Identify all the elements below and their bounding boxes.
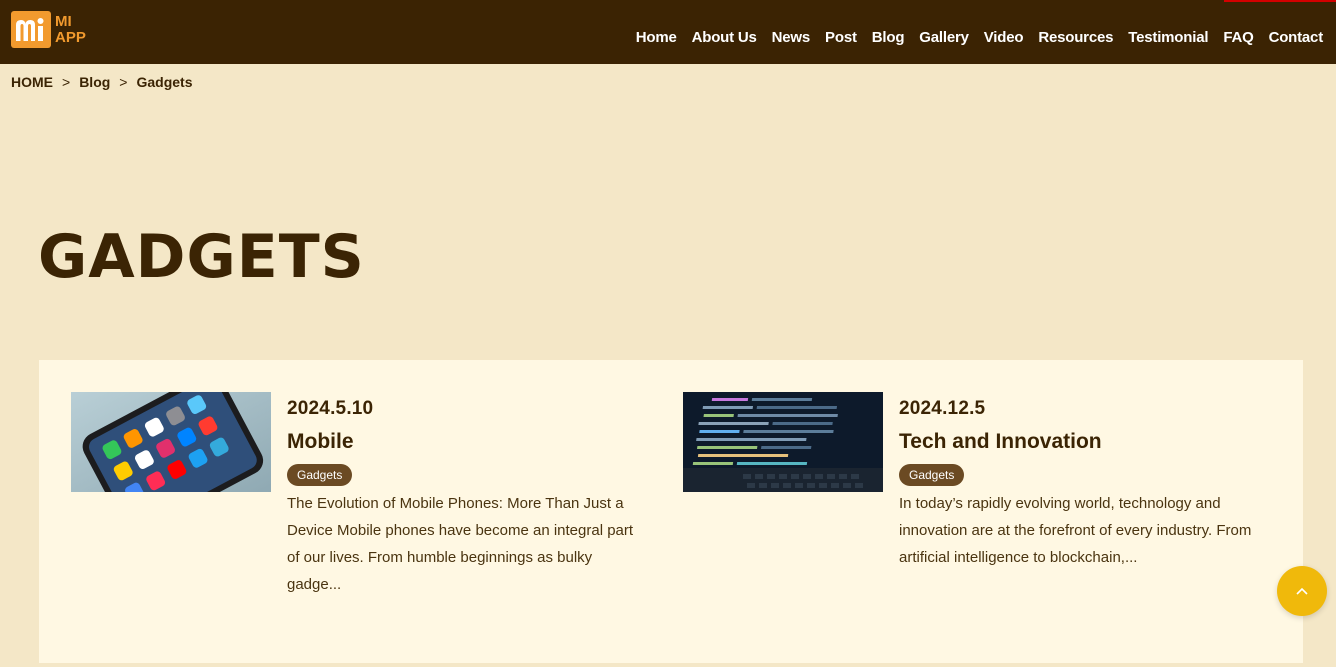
header-accent-line — [1224, 0, 1336, 2]
logo-mark-icon — [11, 11, 51, 48]
logo-wordmark: MI APP — [55, 12, 86, 46]
logo-line-2: APP — [55, 28, 86, 46]
post-tag[interactable]: Gadgets — [287, 464, 353, 486]
site-logo[interactable]: MI APP — [11, 11, 86, 48]
post-excerpt: In today’s rapidly evolving world, techn… — [899, 495, 1252, 566]
nav-testimonial[interactable]: Testimonial — [1128, 29, 1208, 46]
post-card[interactable]: 2024.5.10 Mobile Gadgets The Evolution o… — [71, 392, 651, 632]
nav-video[interactable]: Video — [984, 29, 1024, 46]
post-list: 2024.5.10 Mobile Gadgets The Evolution o… — [39, 360, 1303, 663]
breadcrumb: HOME > Blog > Gadgets — [11, 74, 193, 90]
breadcrumb-current: Gadgets — [136, 74, 193, 90]
post-title[interactable]: Tech and Innovation — [899, 430, 1261, 454]
post-tag[interactable]: Gadgets — [899, 464, 965, 486]
post-body: 2024.5.10 Mobile Gadgets The Evolution o… — [287, 392, 649, 598]
chevron-up-icon — [1296, 587, 1308, 595]
site-header: MI APP Home About Us News Post Blog Gall… — [0, 0, 1336, 64]
breadcrumb-separator: > — [62, 74, 71, 90]
scroll-to-top-button[interactable] — [1277, 566, 1327, 616]
post-date: 2024.5.10 — [287, 398, 374, 419]
main-nav: Home About Us News Post Blog Gallery Vid… — [621, 29, 1323, 46]
logo-line-1: MI — [55, 12, 72, 30]
post-date: 2024.12.5 — [899, 398, 986, 419]
nav-faq[interactable]: FAQ — [1223, 29, 1253, 46]
post-excerpt: The Evolution of Mobile Phones: More Tha… — [287, 495, 634, 593]
nav-about-us[interactable]: About Us — [692, 29, 757, 46]
nav-resources[interactable]: Resources — [1038, 29, 1113, 46]
breadcrumb-home[interactable]: HOME — [11, 74, 53, 90]
post-body: 2024.12.5 Tech and Innovation Gadgets In… — [899, 392, 1261, 571]
nav-post[interactable]: Post — [825, 29, 857, 46]
post-card[interactable]: 2024.12.5 Tech and Innovation Gadgets In… — [683, 392, 1263, 632]
post-thumbnail-smartphone[interactable] — [71, 392, 271, 492]
nav-blog[interactable]: Blog — [872, 29, 905, 46]
breadcrumb-blog[interactable]: Blog — [79, 74, 110, 90]
nav-news[interactable]: News — [772, 29, 811, 46]
post-title[interactable]: Mobile — [287, 430, 649, 454]
nav-gallery[interactable]: Gallery — [919, 29, 969, 46]
breadcrumb-separator: > — [119, 74, 128, 90]
nav-contact[interactable]: Contact — [1269, 29, 1324, 46]
post-thumbnail-laptop-code[interactable] — [683, 392, 883, 492]
page-title: GADGETS — [38, 222, 365, 292]
nav-home[interactable]: Home — [636, 29, 677, 46]
